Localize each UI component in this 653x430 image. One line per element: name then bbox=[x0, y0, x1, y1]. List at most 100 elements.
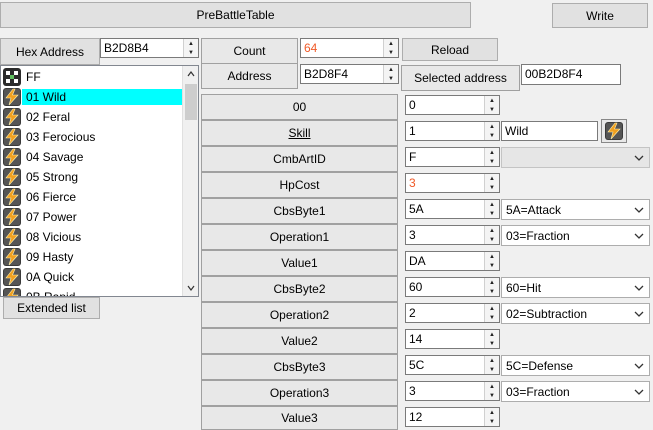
spin-down-icon[interactable]: ▼ bbox=[485, 417, 499, 426]
spin-up-icon[interactable]: ▲ bbox=[485, 174, 499, 183]
value-spinner[interactable]: ▲ ▼ bbox=[484, 174, 499, 192]
extended-list-button[interactable]: Extended list bbox=[3, 297, 100, 319]
field-combo-cbsbyte1[interactable]: 5A=Attack bbox=[501, 199, 650, 220]
spin-down-icon[interactable]: ▼ bbox=[485, 313, 499, 322]
spin-up-icon[interactable]: ▲ bbox=[485, 226, 499, 235]
chevron-down-icon[interactable] bbox=[632, 307, 646, 321]
field-input-operation1[interactable]: 3 ▲ ▼ bbox=[405, 225, 500, 245]
spin-down-icon[interactable]: ▼ bbox=[485, 261, 499, 270]
spin-down-icon[interactable]: ▼ bbox=[485, 287, 499, 296]
hex-address-spinner[interactable]: ▲ ▼ bbox=[183, 39, 198, 57]
value-spinner[interactable]: ▲ ▼ bbox=[484, 330, 499, 348]
chevron-down-icon[interactable] bbox=[632, 385, 646, 399]
spin-up-icon[interactable]: ▲ bbox=[184, 39, 198, 48]
field-input-value2[interactable]: 14 ▲ ▼ bbox=[405, 329, 500, 349]
value-spinner[interactable]: ▲ ▼ bbox=[484, 148, 499, 166]
spin-down-icon[interactable]: ▼ bbox=[184, 48, 198, 57]
spin-down-icon[interactable]: ▼ bbox=[485, 157, 499, 166]
value-spinner[interactable]: ▲ ▼ bbox=[484, 122, 499, 140]
hex-address-button[interactable]: Hex Address bbox=[0, 38, 100, 65]
value-spinner[interactable]: ▲ ▼ bbox=[484, 96, 499, 114]
list-item[interactable]: 03 Ferocious bbox=[2, 127, 183, 147]
scroll-thumb[interactable] bbox=[185, 84, 197, 120]
value-spinner[interactable]: ▲ ▼ bbox=[484, 408, 499, 426]
list-item[interactable]: 04 Savage bbox=[2, 147, 183, 167]
value-spinner[interactable]: ▲ ▼ bbox=[484, 200, 499, 218]
title-button[interactable]: PreBattleTable bbox=[0, 2, 471, 28]
list-item[interactable]: 05 Strong bbox=[2, 167, 183, 187]
list-item[interactable]: 08 Vicious bbox=[2, 227, 183, 247]
chevron-down-icon[interactable] bbox=[632, 203, 646, 217]
field-input-cbsbyte3[interactable]: 5C ▲ ▼ bbox=[405, 355, 500, 375]
scroll-down-icon[interactable] bbox=[183, 280, 198, 296]
value-spinner[interactable]: ▲ ▼ bbox=[484, 278, 499, 296]
count-spinner[interactable]: ▲ ▼ bbox=[383, 39, 398, 57]
list-scrollbar[interactable] bbox=[182, 66, 198, 296]
spin-up-icon[interactable]: ▲ bbox=[485, 330, 499, 339]
value-spinner[interactable]: ▲ ▼ bbox=[484, 226, 499, 244]
field-input-hpcost[interactable]: 3 ▲ ▼ bbox=[405, 173, 500, 193]
chevron-down-icon[interactable] bbox=[632, 359, 646, 373]
list-item[interactable]: 06 Fierce bbox=[2, 187, 183, 207]
spin-up-icon[interactable]: ▲ bbox=[485, 382, 499, 391]
skill-list[interactable]: FF 01 Wild 02 Feral 03 Ferocious 04 Savage 05… bbox=[0, 65, 199, 297]
field-combo-operation3[interactable]: 03=Fraction bbox=[501, 381, 650, 402]
spin-up-icon[interactable]: ▲ bbox=[485, 304, 499, 313]
field-input-cbsbyte2[interactable]: 60 ▲ ▼ bbox=[405, 277, 500, 297]
skill-name-field[interactable]: Wild bbox=[501, 121, 598, 141]
field-input-skill[interactable]: 1 ▲ ▼ bbox=[405, 121, 500, 141]
field-input-cmbartid[interactable]: F ▲ ▼ bbox=[405, 147, 500, 167]
field-combo-cmbartid[interactable] bbox=[501, 147, 650, 168]
value-spinner[interactable]: ▲ ▼ bbox=[484, 356, 499, 374]
list-item[interactable]: 0A Quick bbox=[2, 267, 183, 287]
spin-up-icon[interactable]: ▲ bbox=[485, 200, 499, 209]
field-combo-cbsbyte2[interactable]: 60=Hit bbox=[501, 277, 650, 298]
value-spinner[interactable]: ▲ ▼ bbox=[484, 382, 499, 400]
count-input[interactable]: 64 ▲ ▼ bbox=[300, 38, 399, 58]
list-item[interactable]: 02 Feral bbox=[2, 107, 183, 127]
spin-up-icon[interactable]: ▲ bbox=[485, 408, 499, 417]
list-item[interactable]: FF bbox=[2, 67, 183, 87]
field-label-skill[interactable]: Skill bbox=[201, 120, 398, 146]
spin-up-icon[interactable]: ▲ bbox=[485, 96, 499, 105]
spin-down-icon[interactable]: ▼ bbox=[485, 131, 499, 140]
field-combo-operation1[interactable]: 03=Fraction bbox=[501, 225, 650, 246]
spin-down-icon[interactable]: ▼ bbox=[485, 339, 499, 348]
spin-up-icon[interactable]: ▲ bbox=[485, 356, 499, 365]
list-item[interactable]: 01 Wild bbox=[2, 87, 183, 107]
value-spinner[interactable]: ▲ ▼ bbox=[484, 252, 499, 270]
spin-down-icon[interactable]: ▼ bbox=[485, 391, 499, 400]
write-button[interactable]: Write bbox=[552, 3, 648, 28]
spin-up-icon[interactable]: ▲ bbox=[485, 148, 499, 157]
reload-button[interactable]: Reload bbox=[402, 38, 498, 61]
field-combo-cbsbyte3[interactable]: 5C=Defense bbox=[501, 355, 650, 376]
address-input[interactable]: B2D8F4 ▲ ▼ bbox=[300, 64, 399, 84]
selected-address-field[interactable]: 00B2D8F4 bbox=[521, 64, 621, 85]
spin-down-icon[interactable]: ▼ bbox=[485, 365, 499, 374]
spin-up-icon[interactable]: ▲ bbox=[485, 252, 499, 261]
spin-down-icon[interactable]: ▼ bbox=[485, 209, 499, 218]
chevron-down-icon[interactable] bbox=[632, 281, 646, 295]
spin-down-icon[interactable]: ▼ bbox=[384, 74, 398, 83]
scroll-up-icon[interactable] bbox=[183, 66, 198, 82]
chevron-down-icon[interactable] bbox=[632, 151, 646, 165]
field-input-value1[interactable]: DA ▲ ▼ bbox=[405, 251, 500, 271]
spin-down-icon[interactable]: ▼ bbox=[485, 235, 499, 244]
spin-up-icon[interactable]: ▲ bbox=[384, 39, 398, 48]
hex-address-input[interactable]: B2D8B4 ▲ ▼ bbox=[100, 38, 199, 58]
address-spinner[interactable]: ▲ ▼ bbox=[383, 65, 398, 83]
spin-down-icon[interactable]: ▼ bbox=[485, 183, 499, 192]
list-item[interactable]: 09 Hasty bbox=[2, 247, 183, 267]
field-input-f00[interactable]: 0 ▲ ▼ bbox=[405, 95, 500, 115]
list-item[interactable]: 07 Power bbox=[2, 207, 183, 227]
spin-up-icon[interactable]: ▲ bbox=[485, 122, 499, 131]
field-input-operation3[interactable]: 3 ▲ ▼ bbox=[405, 381, 500, 401]
field-input-cbsbyte1[interactable]: 5A ▲ ▼ bbox=[405, 199, 500, 219]
skill-icon-button[interactable] bbox=[601, 119, 627, 143]
spin-down-icon[interactable]: ▼ bbox=[384, 48, 398, 57]
spin-up-icon[interactable]: ▲ bbox=[384, 65, 398, 74]
value-spinner[interactable]: ▲ ▼ bbox=[484, 304, 499, 322]
list-item[interactable]: 0B Rapid bbox=[2, 287, 183, 296]
spin-down-icon[interactable]: ▼ bbox=[485, 105, 499, 114]
field-combo-operation2[interactable]: 02=Subtraction bbox=[501, 303, 650, 324]
